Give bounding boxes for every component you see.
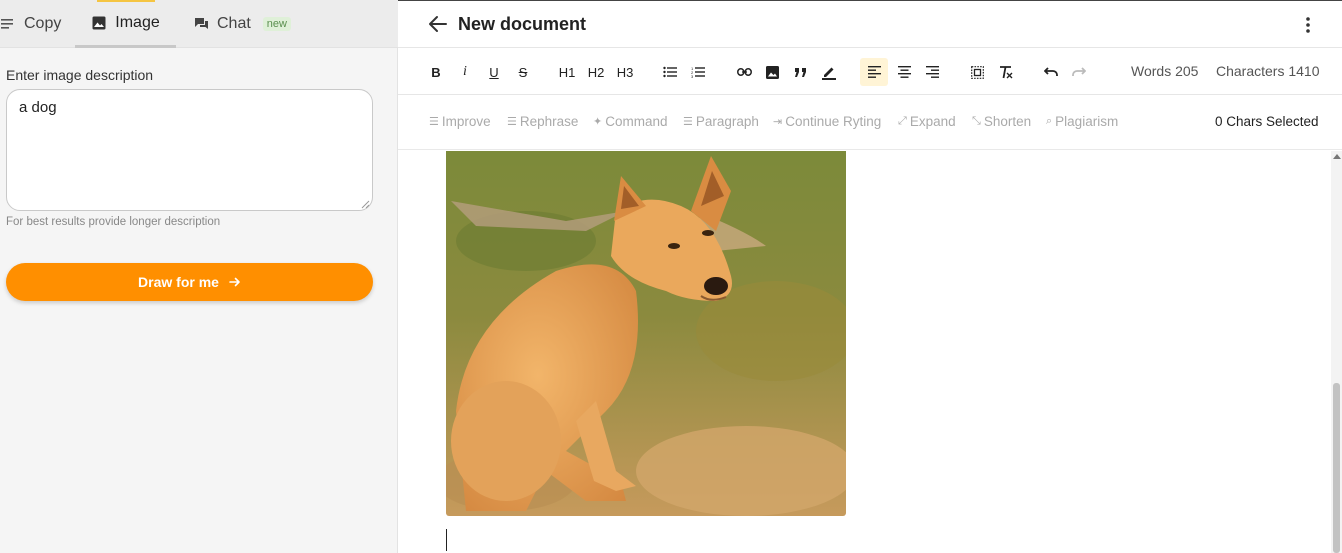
undo-button[interactable]: [1041, 58, 1061, 86]
align-left-icon: [867, 66, 881, 78]
tab-chat-label: Chat: [217, 15, 251, 32]
select-all-icon: [970, 65, 984, 79]
formatting-toolbar: B i U S H1 H2 H3 123 Words 205 Character…: [398, 49, 1342, 95]
bold-button[interactable]: B: [428, 58, 444, 86]
plagiarism-label: Plagiarism: [1055, 114, 1119, 129]
bullet-list-icon: [663, 66, 677, 78]
continue-button[interactable]: ⇥ Continue Ryting: [773, 114, 881, 129]
clear-format-button[interactable]: [996, 58, 1016, 86]
rephrase-label: Rephrase: [519, 114, 579, 129]
shorten-button[interactable]: ⤡ Shorten: [972, 114, 1031, 129]
svg-text:3: 3: [691, 74, 694, 78]
plagiarism-search-icon: ⌕: [1046, 115, 1053, 127]
align-left-button[interactable]: [860, 58, 888, 86]
tab-copy[interactable]: Copy: [0, 0, 74, 48]
clear-format-icon: [1000, 65, 1013, 78]
document-title[interactable]: New document: [458, 14, 586, 35]
draw-button-label: Draw for me: [138, 274, 219, 290]
paragraph-button[interactable]: ☰ Paragraph: [683, 114, 759, 129]
image-icon: [91, 15, 107, 31]
word-count: Words 205: [1131, 63, 1199, 79]
arrow-right-icon: [229, 277, 240, 287]
magic-wand-icon: ✦: [593, 116, 603, 128]
continue-arrow-icon: ⇥: [773, 116, 783, 128]
undo-icon: [1044, 67, 1058, 76]
tab-copy-label: Copy: [24, 15, 62, 32]
improve-button[interactable]: ☰ Improve: [429, 114, 491, 129]
align-right-icon: [925, 66, 939, 78]
panel-tabs: Copy Image Chat new: [0, 0, 398, 48]
rephrase-icon: ☰: [507, 116, 517, 128]
chars-selected-count: 0 Chars Selected: [1215, 114, 1319, 129]
heading3-button[interactable]: H3: [614, 58, 636, 86]
align-right-button[interactable]: [922, 58, 942, 86]
text-caret: [446, 529, 447, 551]
strikethrough-button[interactable]: S: [515, 58, 531, 86]
character-count: Characters 1410: [1216, 63, 1320, 79]
select-all-button[interactable]: [967, 58, 987, 86]
image-description-input[interactable]: a dog: [6, 89, 373, 211]
expand-icon: ⤢: [898, 115, 907, 127]
menu-lines-icon: [0, 16, 16, 32]
tab-image[interactable]: Image: [75, 0, 176, 48]
draw-for-me-button[interactable]: Draw for me: [6, 263, 373, 301]
improve-label: Improve: [441, 114, 491, 129]
more-vertical-icon[interactable]: [1301, 15, 1315, 35]
command-button[interactable]: ✦ Command: [593, 114, 668, 129]
paragraph-label: Paragraph: [695, 114, 759, 129]
insert-image-icon: [765, 65, 779, 79]
redo-icon: [1072, 67, 1086, 76]
italic-button[interactable]: i: [458, 58, 472, 86]
command-label: Command: [605, 114, 668, 129]
tab-chat[interactable]: Chat new: [193, 0, 303, 48]
shorten-icon: ⤡: [972, 115, 981, 127]
tab-image-label: Image: [115, 13, 160, 31]
highlight-pen-icon: [822, 67, 836, 80]
ai-actions-bar: ☰ Improve ☰ Rephrase ✦ Command ☰ Paragra…: [398, 96, 1342, 150]
scrollbar-thumb[interactable]: [1333, 383, 1340, 553]
scroll-up-arrow-icon[interactable]: [1333, 154, 1341, 159]
link-button[interactable]: [734, 58, 754, 86]
paragraph-icon: ☰: [683, 116, 693, 128]
image-description-label: Enter image description: [6, 67, 154, 83]
new-badge: new: [262, 17, 291, 31]
document-header: New document: [398, 1, 1342, 48]
shorten-label: Shorten: [983, 114, 1032, 129]
description-hint: For best results provide longer descript…: [6, 216, 221, 228]
improve-icon: ☰: [429, 116, 439, 128]
heading1-button[interactable]: H1: [556, 58, 578, 86]
continue-label: Continue Ryting: [785, 114, 882, 129]
arrow-left-icon[interactable]: [428, 15, 448, 33]
numbered-list-icon: 123: [691, 66, 705, 78]
insert-image-button[interactable]: [762, 58, 782, 86]
document-editor[interactable]: [398, 151, 1331, 553]
underline-button[interactable]: U: [486, 58, 502, 86]
editor-scrollbar[interactable]: [1331, 151, 1342, 553]
left-panel: Copy Image Chat new Enter image descript…: [0, 0, 398, 553]
chat-icon: [193, 16, 209, 32]
quote-button[interactable]: [790, 58, 810, 86]
rephrase-button[interactable]: ☰ Rephrase: [507, 114, 578, 129]
generated-dog-image[interactable]: [446, 151, 846, 516]
heading2-button[interactable]: H2: [585, 58, 607, 86]
link-icon: [736, 68, 752, 76]
expand-label: Expand: [909, 114, 956, 129]
bullet-list-button[interactable]: [660, 58, 680, 86]
expand-button[interactable]: ⤢ Expand: [898, 114, 956, 129]
plagiarism-button[interactable]: ⌕ Plagiarism: [1046, 114, 1118, 129]
resize-grip-icon[interactable]: [360, 199, 370, 209]
quote-icon: [794, 67, 806, 77]
highlight-button[interactable]: [819, 58, 839, 86]
align-center-icon: [897, 66, 911, 78]
redo-button[interactable]: [1069, 58, 1089, 86]
align-center-button[interactable]: [894, 58, 914, 86]
numbered-list-button[interactable]: 123: [688, 58, 708, 86]
